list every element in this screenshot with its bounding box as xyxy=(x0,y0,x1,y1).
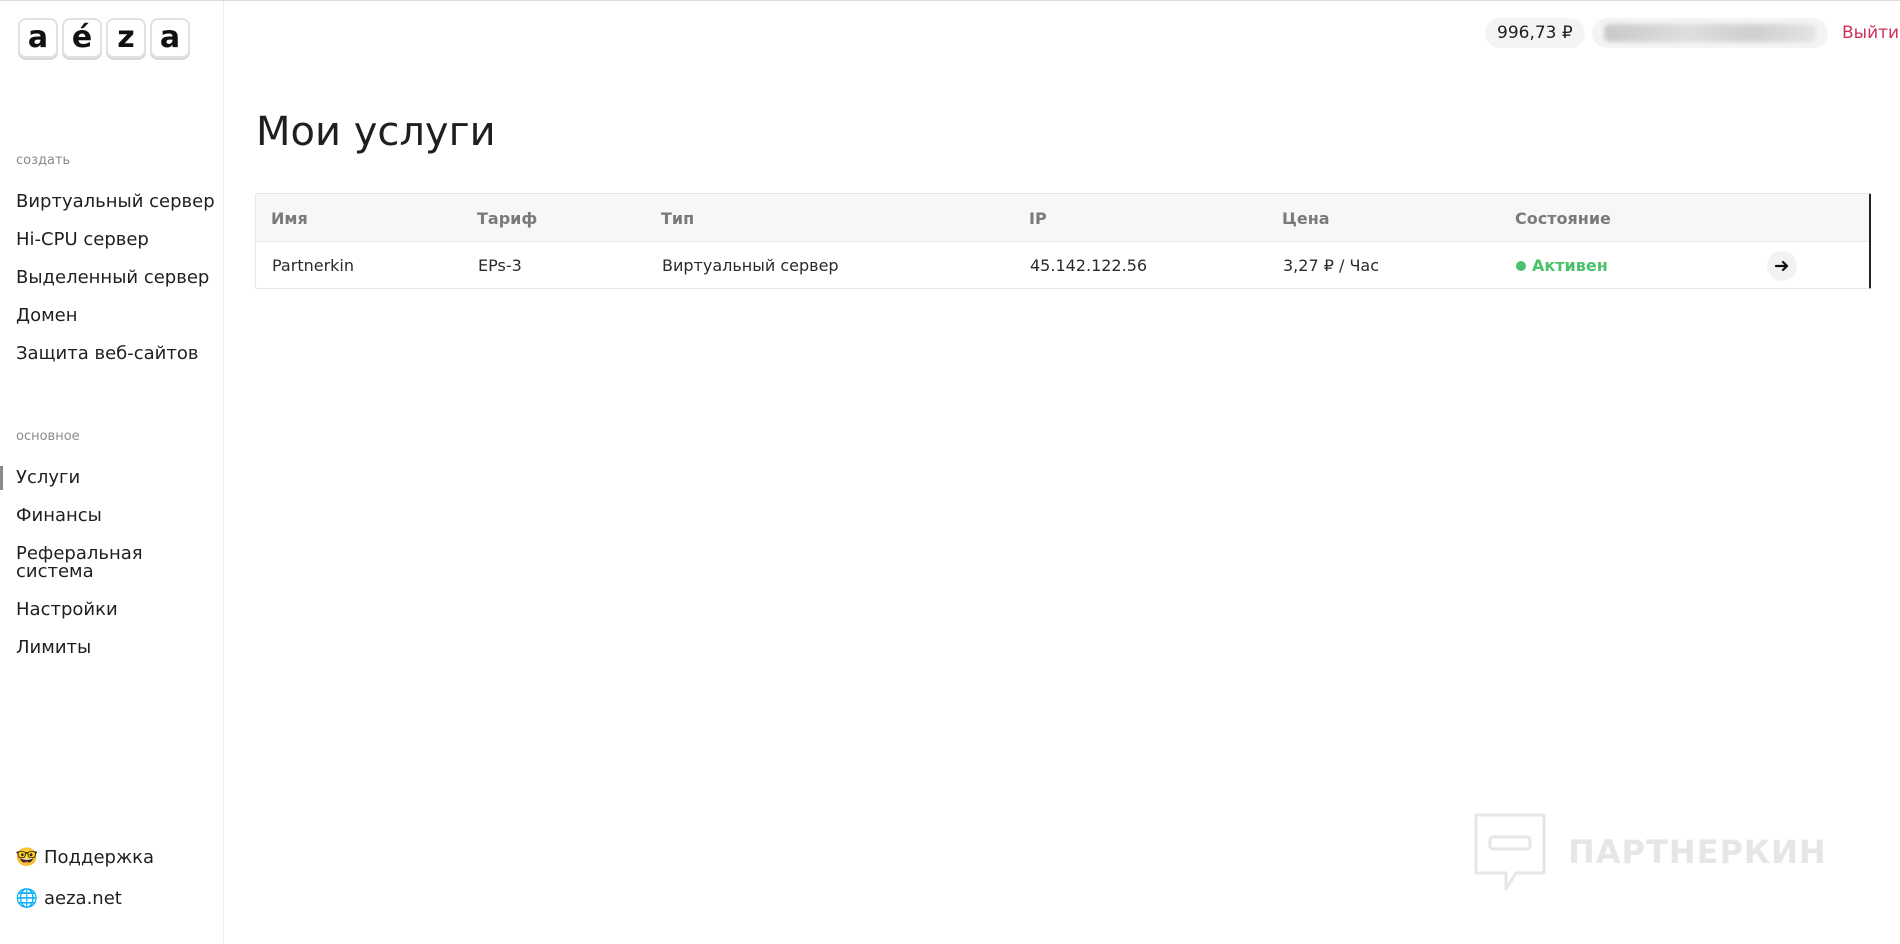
sidebar-item-virtual-server[interactable]: Виртуальный сервер xyxy=(16,192,216,212)
table-header: Имя Тариф Тип IP Цена Состояние xyxy=(256,194,1869,242)
partnerkin-logo-icon xyxy=(1474,813,1546,891)
open-service-button[interactable] xyxy=(1767,251,1797,281)
sidebar-item-services[interactable]: Услуги xyxy=(0,466,216,490)
services-table: Имя Тариф Тип IP Цена Состояние Partnerk… xyxy=(255,193,1871,289)
sidebar-item-domain[interactable]: Домен xyxy=(16,306,216,326)
globe-icon: 🌐 xyxy=(15,887,39,909)
sidebar-item-website-protection[interactable]: Защита веб-сайтов xyxy=(16,344,216,364)
page-title: Мои услуги xyxy=(256,109,496,155)
account-email-redacted[interactable] xyxy=(1592,18,1828,48)
cell-type: Виртуальный сервер xyxy=(662,256,839,275)
sidebar-item-hi-cpu-server[interactable]: Hi-CPU сервер xyxy=(16,230,216,250)
support-label: Поддержка xyxy=(44,846,155,868)
cell-price: 3,27 ₽ / Час xyxy=(1283,256,1380,275)
column-header-name: Имя xyxy=(271,209,308,228)
nerd-face-icon: 🤓 xyxy=(15,846,39,868)
sidebar-item-dedicated-server[interactable]: Выделенный сервер xyxy=(16,268,216,288)
cell-tariff: EPs-3 xyxy=(478,256,522,275)
table-row[interactable]: Partnerkin EPs-3 Виртуальный сервер 45.1… xyxy=(256,242,1869,289)
status-badge: Активен xyxy=(1516,256,1608,275)
aeza-site-link[interactable]: 🌐 aeza.net xyxy=(16,887,122,909)
logo-key: z xyxy=(106,18,146,58)
sidebar-item-settings[interactable]: Настройки xyxy=(16,600,216,620)
redacted-blur xyxy=(1604,24,1816,42)
arrow-right-icon xyxy=(1774,260,1789,272)
column-header-type: Тип xyxy=(661,209,695,228)
sidebar: a é z a создать Виртуальный сервер Hi-CP… xyxy=(0,1,224,944)
site-label: aeza.net xyxy=(44,887,122,909)
column-header-status: Состояние xyxy=(1515,209,1611,228)
sidebar-item-referral-system[interactable]: Реферальная система xyxy=(16,545,166,581)
support-link[interactable]: 🤓 Поддержка xyxy=(16,846,154,868)
logout-link[interactable]: Выйти xyxy=(1842,23,1899,43)
status-dot-icon xyxy=(1516,260,1526,271)
logo-key: é xyxy=(62,18,102,58)
column-header-ip: IP xyxy=(1029,209,1047,228)
status-label: Активен xyxy=(1532,256,1608,275)
logo-key: a xyxy=(150,18,190,58)
section-label-create: создать xyxy=(16,153,71,168)
aeza-logo[interactable]: a é z a xyxy=(18,18,190,58)
sidebar-item-finances[interactable]: Финансы xyxy=(16,506,216,526)
watermark-text: ПАРТНЕРКИН xyxy=(1568,833,1827,871)
partnerkin-watermark: ПАРТНЕРКИН xyxy=(1472,811,1827,893)
section-label-main: основное xyxy=(16,429,80,444)
column-header-tariff: Тариф xyxy=(477,209,538,228)
logo-key: a xyxy=(18,18,58,58)
cell-ip: 45.142.122.56 xyxy=(1030,256,1148,275)
sidebar-item-limits[interactable]: Лимиты xyxy=(16,638,216,658)
balance-badge[interactable]: 996,73 ₽ xyxy=(1485,18,1585,48)
cell-name: Partnerkin xyxy=(272,256,354,275)
column-header-price: Цена xyxy=(1282,209,1330,228)
